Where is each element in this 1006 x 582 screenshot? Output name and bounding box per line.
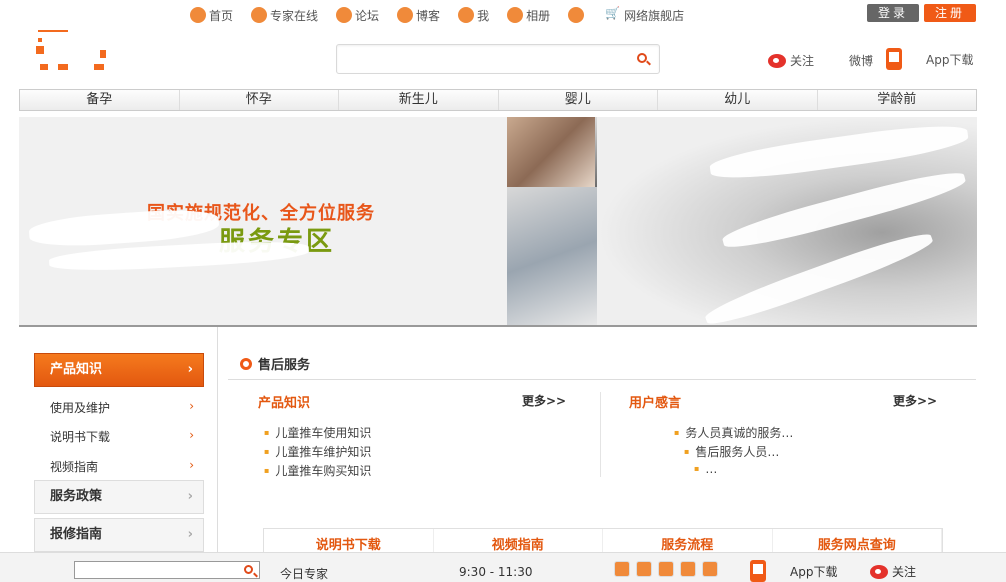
weibo-icon <box>768 53 786 68</box>
star-icon <box>458 7 475 23</box>
expert-icon <box>251 7 268 23</box>
banner-photo-family <box>507 187 597 325</box>
top-nav: 首页 专家在线 论坛 博客 我 相册 网络旗舰店 <box>190 4 684 26</box>
sidebar-item-use-maintenance[interactable]: 使用及维护 › <box>50 399 200 416</box>
section-title-text: 售后服务 <box>258 358 311 373</box>
weibo-follow-link[interactable]: 关注 <box>768 52 814 69</box>
list-item[interactable]: 儿童推车维护知识 <box>264 443 371 460</box>
list-item[interactable]: 售后服务人员… <box>634 443 779 460</box>
topnav-label: 网络旗舰店 <box>624 8 685 23</box>
sidebar-item-label: 服务政策 <box>50 489 103 504</box>
follow-label: 关注 <box>892 565 917 579</box>
person-icon <box>568 7 585 23</box>
cart-icon <box>605 6 621 23</box>
phone-icon <box>886 48 902 70</box>
user-feedback-more-link[interactable]: 更多>> <box>893 392 937 409</box>
site-logo[interactable] <box>36 30 110 78</box>
list-item[interactable]: 儿童推车购买知识 <box>264 462 371 479</box>
phone-icon <box>750 560 766 582</box>
topnav-label: 论坛 <box>355 8 380 23</box>
topnav-item-7[interactable]: 网络旗舰店 <box>605 4 684 26</box>
sidebar-item-product-knowledge[interactable]: 产品知识 › <box>34 353 204 387</box>
sidebar-item-video-guide[interactable]: 视频指南 › <box>50 458 200 475</box>
footer-toolbar: 今日专家 9:30 - 11:30 App下载 关注 <box>0 552 1006 582</box>
blog-icon <box>397 7 414 23</box>
sidebar: 产品知识 › 使用及维护 › 说明书下载 › 视频指南 › 服务政策 › 报修指… <box>19 327 218 557</box>
category-tab-1[interactable]: 怀孕 <box>180 90 339 110</box>
category-tab-3[interactable]: 婴儿 <box>499 90 658 110</box>
footer-icon-group <box>614 561 718 577</box>
app-download-label: App下载 <box>926 52 974 67</box>
search-icon[interactable] <box>244 565 253 574</box>
topnav-item-3[interactable]: 博客 <box>397 4 440 26</box>
sidebar-item-label: 视频指南 <box>50 460 99 474</box>
topnav-item-4[interactable]: 我 <box>458 4 489 26</box>
topnav-label: 首页 <box>209 8 234 23</box>
product-knowledge-heading[interactable]: 产品知识 <box>258 392 310 411</box>
sidebar-item-label: 说明书下载 <box>50 430 111 444</box>
hero-banner[interactable]: 国实施规范化、全方位服务 服务专区 <box>19 117 977 327</box>
sidebar-item-manual-download[interactable]: 说明书下载 › <box>50 428 200 445</box>
user-feedback-heading[interactable]: 用户感言 <box>629 392 681 411</box>
divider <box>600 392 601 477</box>
product-knowledge-more-link[interactable]: 更多>> <box>522 392 566 409</box>
topnav-item-1[interactable]: 专家在线 <box>251 4 318 26</box>
category-nav: 备孕 怀孕 新生儿 婴儿 幼儿 学龄前 <box>19 89 977 111</box>
search-icon[interactable] <box>637 53 647 63</box>
topnav-label: 博客 <box>416 8 441 23</box>
expert-icon[interactable] <box>636 561 652 577</box>
home-icon <box>190 7 206 23</box>
chevron-right-icon: › <box>187 527 193 542</box>
chevron-right-icon: › <box>187 362 193 377</box>
app-download-link[interactable]: App下载 <box>886 48 973 70</box>
today-expert-label: 今日专家 <box>280 567 329 581</box>
forum-icon <box>336 7 353 23</box>
chevron-right-icon: › <box>189 399 194 413</box>
sidebar-item-label: 产品知识 <box>50 362 103 377</box>
chevron-right-icon: › <box>189 428 194 442</box>
section-title: 售后服务 <box>240 354 310 373</box>
weibo-link[interactable]: 微博 <box>849 52 873 69</box>
topnav-item-0[interactable]: 首页 <box>190 4 233 26</box>
category-tab-0[interactable]: 备孕 <box>20 90 180 110</box>
topnav-label: 专家在线 <box>270 8 319 23</box>
sidebar-item-repair-guide[interactable]: 报修指南 › <box>34 518 204 552</box>
forum-icon[interactable] <box>680 561 696 577</box>
banner-photo-stroller <box>507 117 595 187</box>
sidebar-item-label: 报修指南 <box>50 527 103 542</box>
category-tab-4[interactable]: 幼儿 <box>658 90 818 110</box>
blog-icon[interactable] <box>658 561 674 577</box>
weibo-icon <box>870 564 888 579</box>
list-item[interactable]: … <box>634 462 717 476</box>
topnav-item-5[interactable]: 相册 <box>507 4 550 26</box>
topnav-item-6[interactable] <box>568 4 587 26</box>
album-icon <box>507 7 524 23</box>
footer-weibo-follow[interactable]: 关注 <box>870 563 916 580</box>
list-item[interactable]: 儿童推车使用知识 <box>264 424 371 441</box>
register-button[interactable]: 注册 <box>924 4 976 22</box>
topnav-label: 我 <box>477 8 490 23</box>
category-tab-2[interactable]: 新生儿 <box>339 90 499 110</box>
sidebar-item-label: 使用及维护 <box>50 401 111 415</box>
category-tab-5[interactable]: 学龄前 <box>818 90 977 110</box>
list-item[interactable]: 务人员真诚的服务… <box>634 424 793 441</box>
divider <box>228 379 976 380</box>
home-icon[interactable] <box>614 561 630 577</box>
star-icon[interactable] <box>702 561 718 577</box>
chevron-right-icon: › <box>187 489 193 504</box>
app-download-label: App下载 <box>790 564 838 579</box>
expert-time: 9:30 - 11:30 <box>459 565 533 579</box>
topnav-label: 相册 <box>526 8 551 23</box>
topnav-item-2[interactable]: 论坛 <box>336 4 379 26</box>
footer-search-box[interactable] <box>74 561 260 579</box>
footer-app-download[interactable]: App下载 <box>750 560 837 582</box>
follow-label: 关注 <box>790 54 815 68</box>
search-box[interactable] <box>336 44 660 74</box>
sidebar-item-service-policy[interactable]: 服务政策 › <box>34 480 204 514</box>
login-button[interactable]: 登录 <box>867 4 919 22</box>
search-input[interactable] <box>343 46 623 72</box>
ring-icon <box>240 357 252 370</box>
chevron-right-icon: › <box>189 458 194 472</box>
